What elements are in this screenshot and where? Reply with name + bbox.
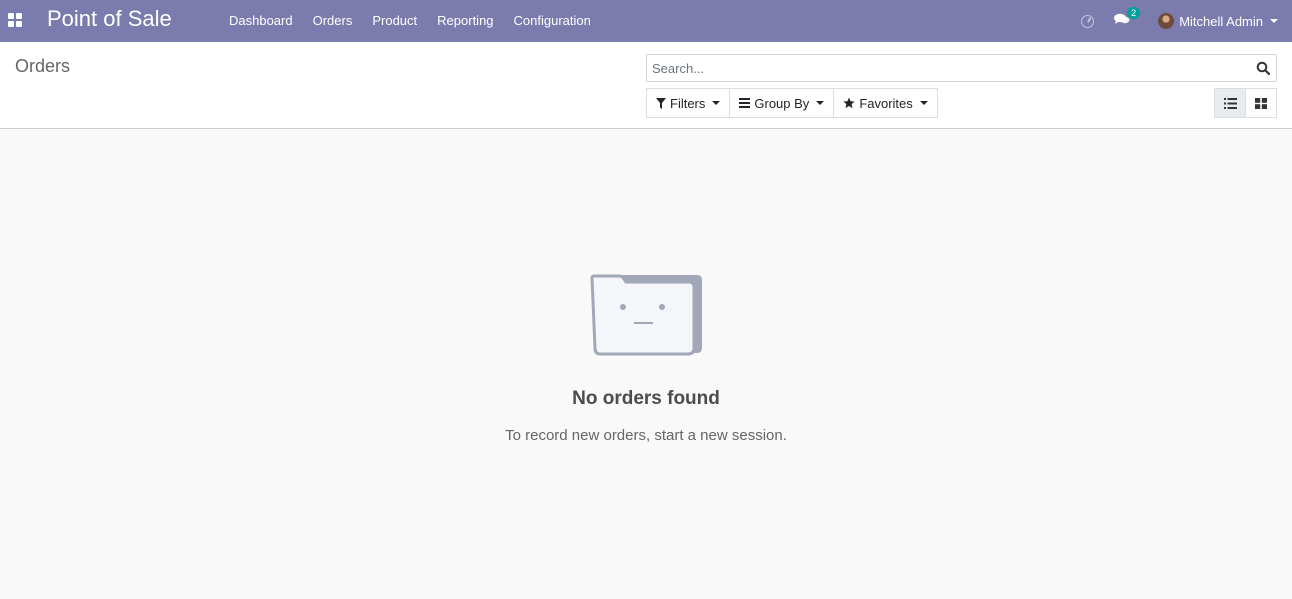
list-view-icon bbox=[1223, 97, 1237, 109]
list-view-button[interactable] bbox=[1214, 88, 1246, 118]
messages-badge: 2 bbox=[1127, 7, 1141, 19]
activity-clock-icon[interactable] bbox=[1081, 14, 1095, 28]
empty-list-area: No orders found To record new orders, st… bbox=[0, 130, 1292, 599]
user-menu[interactable]: Mitchell Admin bbox=[1158, 13, 1278, 29]
empty-state-title: No orders found bbox=[572, 388, 720, 409]
user-name: Mitchell Admin bbox=[1179, 13, 1263, 29]
search-icon[interactable] bbox=[1256, 61, 1270, 75]
chevron-down-icon bbox=[1270, 19, 1278, 23]
search-options: Filters Group By Favorites bbox=[646, 88, 938, 118]
search-input[interactable] bbox=[647, 55, 1247, 81]
empty-state-text: To record new orders, start a new sessio… bbox=[505, 427, 787, 444]
filter-icon bbox=[656, 97, 666, 109]
group-by-label: Group By bbox=[754, 95, 810, 111]
group-by-icon bbox=[739, 98, 751, 108]
group-by-button[interactable]: Group By bbox=[729, 88, 835, 118]
menu-item-reporting[interactable]: Reporting bbox=[427, 0, 503, 42]
menu-item-dashboard[interactable]: Dashboard bbox=[219, 0, 303, 42]
empty-folder-icon bbox=[590, 274, 702, 356]
star-icon bbox=[843, 97, 855, 109]
chevron-down-icon bbox=[816, 101, 825, 105]
view-switcher bbox=[1214, 88, 1277, 118]
favorites-button[interactable]: Favorites bbox=[833, 88, 938, 118]
chevron-down-icon bbox=[712, 101, 721, 105]
avatar bbox=[1158, 13, 1175, 29]
top-navbar: Point of Sale Dashboard Orders Product R… bbox=[0, 0, 1292, 42]
control-panel: Orders Filters Group By Favorites bbox=[0, 42, 1292, 129]
messaging-menu[interactable]: 2 bbox=[1114, 7, 1141, 29]
app-name[interactable]: Point of Sale bbox=[47, 6, 172, 32]
kanban-view-button[interactable] bbox=[1245, 88, 1277, 118]
apps-menu-icon[interactable] bbox=[8, 11, 23, 27]
search-box bbox=[646, 54, 1277, 82]
page-title: Orders bbox=[15, 56, 71, 76]
menu-item-orders[interactable]: Orders bbox=[303, 0, 363, 42]
filters-label: Filters bbox=[670, 95, 706, 111]
favorites-label: Favorites bbox=[859, 95, 913, 111]
menu-item-product[interactable]: Product bbox=[362, 0, 427, 42]
menu-item-configuration[interactable]: Configuration bbox=[504, 0, 601, 42]
main-menu: Dashboard Orders Product Reporting Confi… bbox=[219, 0, 601, 42]
chevron-down-icon bbox=[919, 101, 928, 105]
kanban-view-icon bbox=[1255, 97, 1267, 109]
systray: 2 Mitchell Admin bbox=[1081, 0, 1278, 42]
filters-button[interactable]: Filters bbox=[646, 88, 731, 118]
